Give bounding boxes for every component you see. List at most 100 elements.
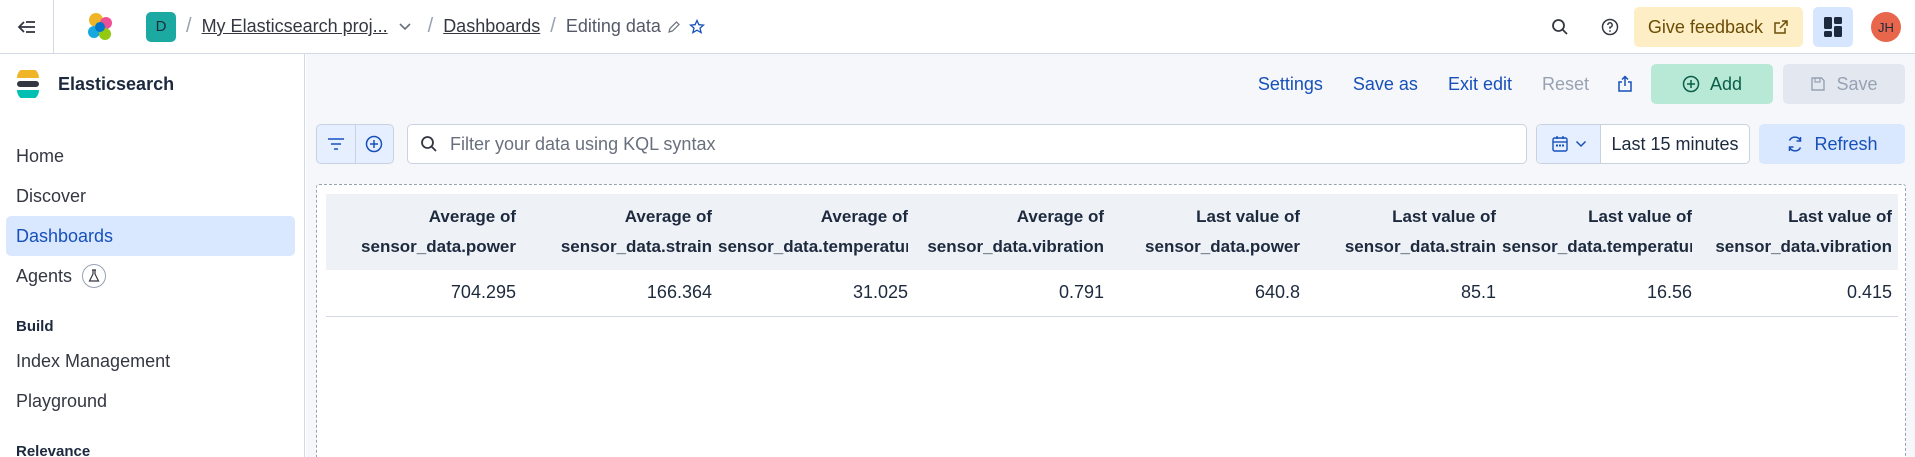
exit-edit-button[interactable]: Exit edit xyxy=(1448,74,1512,95)
plus-in-circle-icon xyxy=(366,135,383,153)
chevron-down-icon xyxy=(1575,140,1586,148)
plus-in-circle-icon xyxy=(1682,75,1700,93)
main-content: Settings Save as Exit edit Reset Add Sav… xyxy=(306,54,1915,457)
dashboard-toolbar: Settings Save as Exit edit Reset Add Sav… xyxy=(306,54,1915,114)
column-header-line: Last value of xyxy=(1392,207,1496,226)
time-picker: Last 15 minutes xyxy=(1536,124,1750,164)
apps-menu-button[interactable] xyxy=(1813,7,1853,47)
column-header[interactable]: Last value of sensor_data.strain xyxy=(1306,194,1502,270)
sidebar-item-label: Home xyxy=(16,145,65,166)
table-cell: 0.791 xyxy=(914,270,1110,317)
elastic-logo[interactable] xyxy=(54,0,146,54)
help-icon xyxy=(1601,18,1619,36)
add-filter-button[interactable] xyxy=(354,125,393,163)
sidebar: Elasticsearch Home Discover Dashboards A… xyxy=(0,54,305,457)
top-header: D / My Elasticsearch proj... / Dashboard… xyxy=(0,0,1915,54)
table-header-row: Average of sensor_data.power Average of se… xyxy=(326,194,1898,270)
sidebar-item-label: Playground xyxy=(16,390,108,411)
favorite-button[interactable] xyxy=(688,18,705,35)
column-header[interactable]: Last value of sensor_data.power xyxy=(1110,194,1306,270)
column-header-field: sensor_data.power xyxy=(1145,237,1300,256)
elasticsearch-logo-icon xyxy=(17,70,39,98)
table-cell: 166.364 xyxy=(522,270,718,317)
refresh-button[interactable]: Refresh xyxy=(1759,124,1905,164)
column-header[interactable]: Average of sensor_data.power xyxy=(326,194,522,270)
table-cell: 0.415 xyxy=(1698,270,1898,317)
datatable-panel[interactable]: Average of sensor_data.power Average of se… xyxy=(316,184,1906,457)
calendar-icon xyxy=(1551,136,1568,152)
apps-grid-icon xyxy=(1824,17,1842,37)
save-as-button[interactable]: Save as xyxy=(1353,74,1418,95)
pencil-icon xyxy=(668,20,680,33)
star-icon xyxy=(688,18,705,34)
give-feedback-button[interactable]: Give feedback xyxy=(1633,7,1803,47)
sidebar-item-home[interactable]: Home xyxy=(6,136,295,176)
sidebar-item-playground[interactable]: Playground xyxy=(6,381,295,421)
help-button[interactable] xyxy=(1592,9,1628,45)
section-label-relevance: Relevance xyxy=(16,443,91,457)
breadcrumb-separator: / xyxy=(186,15,192,37)
save-icon xyxy=(1811,77,1826,91)
sidebar-title: Elasticsearch xyxy=(58,73,175,94)
column-header-line: Average of xyxy=(624,207,712,226)
column-header[interactable]: Last value of sensor_data.temperature xyxy=(1502,194,1698,270)
breadcrumb-dashboards[interactable]: Dashboards xyxy=(443,16,540,37)
table-cell: 31.025 xyxy=(718,270,914,317)
table-cell: 85.1 xyxy=(1306,270,1502,317)
reset-button[interactable]: Reset xyxy=(1542,74,1589,95)
sidebar-item-discover[interactable]: Discover xyxy=(6,176,295,216)
sidebar-item-agents[interactable]: Agents xyxy=(6,256,295,296)
table-row: 704.295 166.364 31.025 0.791 640.8 85.1 … xyxy=(326,270,1898,317)
tech-preview-badge xyxy=(82,264,107,288)
give-feedback-label: Give feedback xyxy=(1647,16,1763,37)
column-header[interactable]: Average of sensor_data.vibration xyxy=(914,194,1110,270)
external-link-icon xyxy=(1774,20,1788,34)
space-avatar[interactable]: D xyxy=(146,11,176,42)
global-search-button[interactable] xyxy=(1542,9,1578,45)
save-label: Save xyxy=(1836,73,1878,94)
collapse-nav-button[interactable] xyxy=(0,0,54,54)
sidebar-header[interactable]: Elasticsearch xyxy=(0,54,304,114)
table-cell: 704.295 xyxy=(326,270,522,317)
edit-title-button[interactable] xyxy=(667,20,681,34)
quick-select-button[interactable] xyxy=(1537,125,1601,163)
table-cell: 640.8 xyxy=(1110,270,1306,317)
section-label-build: Build xyxy=(16,318,54,335)
user-avatar[interactable]: JH xyxy=(1871,12,1901,42)
sidebar-item-index-management[interactable]: Index Management xyxy=(6,341,295,381)
sidebar-item-label: Discover xyxy=(16,185,87,206)
table-cell: 16.56 xyxy=(1502,270,1698,317)
column-header-line: Last value of xyxy=(1788,207,1892,226)
filter-menu-button[interactable] xyxy=(317,125,355,163)
save-button[interactable]: Save xyxy=(1783,64,1905,104)
project-switcher-button[interactable] xyxy=(398,22,412,32)
share-button[interactable] xyxy=(1617,75,1633,93)
refresh-icon xyxy=(1789,136,1802,152)
column-header-field: sensor_data.temperature xyxy=(1502,237,1692,256)
kql-search-field[interactable] xyxy=(407,124,1527,164)
column-header[interactable]: Average of sensor_data.strain xyxy=(522,194,718,270)
time-range-display[interactable]: Last 15 minutes xyxy=(1601,125,1749,163)
add-panel-button[interactable]: Add xyxy=(1651,64,1773,104)
sidebar-item-dashboards[interactable]: Dashboards xyxy=(6,216,295,256)
column-header-line: Last value of xyxy=(1196,207,1300,226)
refresh-label: Refresh xyxy=(1814,133,1878,154)
column-header-line: Average of xyxy=(1016,207,1104,226)
filter-controls xyxy=(316,124,394,164)
column-header[interactable]: Last value of sensor_data.vibration xyxy=(1698,194,1898,270)
add-label: Add xyxy=(1709,73,1743,94)
menu-collapse-icon xyxy=(17,20,35,33)
column-header-field: sensor_data.temperature xyxy=(718,237,908,256)
column-header-field: sensor_data.vibration xyxy=(1715,237,1892,256)
column-header[interactable]: Average of sensor_data.temperature xyxy=(718,194,914,270)
column-header-field: sensor_data.power xyxy=(361,237,516,256)
breadcrumb-project[interactable]: My Elasticsearch proj... xyxy=(202,16,388,37)
share-icon xyxy=(1618,75,1632,92)
sidebar-item-label: Agents xyxy=(16,265,73,286)
column-header-field: sensor_data.strain xyxy=(560,237,712,256)
header-actions: Give feedback JH xyxy=(1542,0,1915,54)
column-header-field: sensor_data.vibration xyxy=(927,237,1104,256)
settings-button[interactable]: Settings xyxy=(1258,74,1323,95)
sidebar-item-label: Index Management xyxy=(16,350,171,371)
kql-search-input[interactable] xyxy=(450,133,1510,155)
